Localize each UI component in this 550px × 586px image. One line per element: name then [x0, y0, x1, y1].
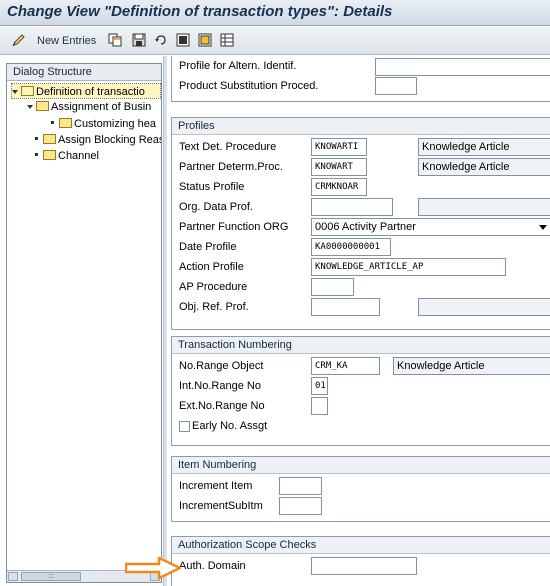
- bullet-icon: [35, 153, 38, 156]
- int-no-range-label: Int.No.Range No: [179, 380, 261, 392]
- tree-item-customizing-header[interactable]: Customizing hea: [49, 116, 161, 132]
- early-no-checkbox[interactable]: [179, 421, 190, 432]
- title-bar: Change View "Definition of transaction t…: [0, 0, 550, 26]
- auth-domain-field[interactable]: [311, 557, 417, 575]
- deselect-icon[interactable]: [198, 33, 212, 47]
- edit-pencil-icon[interactable]: [12, 33, 26, 47]
- ap-procedure-label: AP Procedure: [179, 281, 248, 293]
- select-all-icon[interactable]: [176, 33, 190, 47]
- text-det-field[interactable]: KNOWARTI: [311, 138, 367, 156]
- tree-item-channel[interactable]: Channel: [33, 148, 161, 164]
- open-folder-icon: [21, 86, 34, 96]
- folder-icon: [59, 118, 72, 128]
- partner-func-value: 0006 Activity Partner: [315, 221, 416, 233]
- details-icon[interactable]: [220, 33, 234, 47]
- panel-splitter[interactable]: [163, 56, 167, 586]
- text-det-description: Knowledge Article: [418, 138, 550, 156]
- application-toolbar: New Entries: [0, 27, 550, 55]
- alt-ident-label: Profile for Altern. Identif.: [179, 60, 297, 72]
- status-profile-field[interactable]: CRMKNOAR: [311, 178, 367, 196]
- authorization-group: Authorization Scope Checks Auth. Domain: [171, 536, 550, 586]
- partner-det-description: Knowledge Article: [418, 158, 550, 176]
- profiles-group: Profiles Text Det. Procedure KNOWARTI Kn…: [171, 117, 550, 330]
- window-title: Change View "Definition of transaction t…: [7, 3, 393, 20]
- callout-arrow-icon: [125, 557, 181, 579]
- text-det-label: Text Det. Procedure: [179, 141, 277, 153]
- action-profile-label: Action Profile: [179, 261, 244, 273]
- transaction-numbering-title: Transaction Numbering: [172, 337, 550, 354]
- auth-domain-label: Auth. Domain: [179, 560, 246, 572]
- ext-no-range-label: Ext.No.Range No: [179, 400, 265, 412]
- increment-item-field[interactable]: [279, 477, 322, 495]
- undo-icon[interactable]: [154, 33, 168, 47]
- increment-item-label: Increment Item: [179, 480, 253, 492]
- partner-func-dropdown[interactable]: 0006 Activity Partner: [311, 218, 550, 236]
- item-numbering-title: Item Numbering: [172, 457, 550, 474]
- tree-item-assignment-of-business[interactable]: Assignment of Busin: [27, 99, 161, 115]
- org-data-label: Org. Data Prof.: [179, 201, 253, 213]
- tree-item-definition-of-transaction-types[interactable]: Definition of transactio: [11, 83, 161, 99]
- org-data-field[interactable]: [311, 198, 393, 216]
- increment-sub-field[interactable]: [279, 497, 322, 515]
- general-settings-group: Profile for Altern. Identif. Product Sub…: [171, 56, 550, 102]
- no-range-object-description: Knowledge Article: [393, 357, 550, 375]
- no-range-object-field[interactable]: CRM_KA: [311, 357, 380, 375]
- early-no-label: Early No. Assgt: [192, 420, 268, 432]
- tree-item-assign-blocking-reasons[interactable]: Assign Blocking Reas: [33, 132, 161, 148]
- copy-icon[interactable]: [108, 33, 122, 47]
- partner-det-field[interactable]: KNOWART: [311, 158, 367, 176]
- obj-ref-description: [418, 298, 550, 316]
- folder-icon: [43, 150, 56, 160]
- bullet-icon: [35, 137, 38, 140]
- status-profile-label: Status Profile: [179, 181, 245, 193]
- transaction-numbering-group: Transaction Numbering No.Range Object CR…: [171, 336, 550, 446]
- save-icon[interactable]: [132, 33, 146, 47]
- bullet-icon: [51, 121, 54, 124]
- chevron-down-icon[interactable]: [539, 225, 547, 230]
- dialog-structure-header: Dialog Structure: [7, 64, 161, 81]
- product-subst-label: Product Substitution Proced.: [179, 80, 319, 92]
- folder-icon: [43, 134, 56, 144]
- dialog-structure-panel: Dialog Structure Definition of transacti…: [6, 63, 162, 583]
- profiles-title: Profiles: [172, 118, 550, 135]
- int-no-range-field[interactable]: 01: [311, 377, 328, 395]
- alt-ident-field[interactable]: [375, 58, 550, 76]
- item-numbering-group: Item Numbering Increment Item IncrementS…: [171, 456, 550, 522]
- increment-sub-label: IncrementSubItm: [179, 500, 263, 512]
- scroll-left-arrow-icon[interactable]: [8, 572, 18, 581]
- ap-procedure-field[interactable]: [311, 278, 354, 296]
- obj-ref-field[interactable]: [311, 298, 380, 316]
- action-profile-field[interactable]: KNOWLEDGE_ARTICLE_AP: [311, 258, 506, 276]
- partner-func-label: Partner Function ORG: [179, 221, 289, 233]
- no-range-object-label: No.Range Object: [179, 360, 264, 372]
- date-profile-label: Date Profile: [179, 241, 237, 253]
- product-subst-field[interactable]: [375, 77, 417, 95]
- date-profile-field[interactable]: KA0000000001: [311, 238, 391, 256]
- expanded-triangle-icon[interactable]: [27, 105, 33, 109]
- scroll-thumb[interactable]: :::: [21, 572, 81, 581]
- authorization-title: Authorization Scope Checks: [172, 537, 550, 554]
- ext-no-range-field[interactable]: [311, 397, 328, 415]
- obj-ref-label: Obj. Ref. Prof.: [179, 301, 249, 313]
- expanded-triangle-icon[interactable]: [12, 90, 18, 94]
- partner-det-label: Partner Determ.Proc.: [179, 161, 283, 173]
- folder-icon: [36, 101, 49, 111]
- org-data-description: [418, 198, 550, 216]
- new-entries-button[interactable]: New Entries: [37, 35, 96, 47]
